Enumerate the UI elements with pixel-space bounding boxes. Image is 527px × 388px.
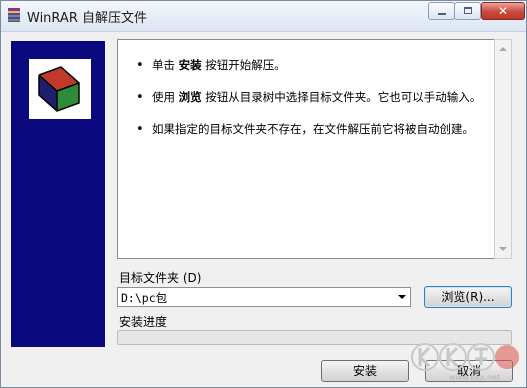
- minimize-button[interactable]: [428, 2, 455, 20]
- instructions-list: 单击 安装 按钮开始解压。 使用 浏览 按钮从目录树中选择目标文件夹。它也可以手…: [136, 58, 492, 154]
- destination-folder-value[interactable]: D:\pc包: [121, 290, 167, 306]
- instruction-item: 如果指定的目标文件夹不存在，在文件解压前它将被自动创建。: [136, 122, 492, 137]
- scroll-down-arrow-icon[interactable]: [499, 247, 507, 251]
- window-title: WinRAR 自解压文件: [27, 11, 147, 26]
- instructions-panel: 单击 安装 按钮开始解压。 使用 浏览 按钮从目录树中选择目标文件夹。它也可以手…: [117, 39, 512, 259]
- close-icon: ✕: [497, 4, 509, 18]
- scroll-up-arrow-icon[interactable]: [499, 47, 507, 51]
- install-progress-label: 安装进度: [119, 315, 168, 329]
- watermark-site: www.kkx.net: [449, 373, 501, 382]
- maximize-button[interactable]: [454, 2, 481, 20]
- minimize-icon: [438, 13, 446, 15]
- winrar-sfx-window: WinRAR 自解压文件 ✕ 单击 安装 按钮开始解压。 使用: [0, 0, 527, 388]
- destination-folder-combobox[interactable]: D:\pc包: [117, 287, 411, 307]
- instructions-scrollbar[interactable]: [494, 39, 512, 259]
- close-button[interactable]: ✕: [481, 2, 525, 20]
- kkx-watermark-logo: www.kkx.net: [411, 339, 521, 387]
- title-bar[interactable]: WinRAR 自解压文件 ✕: [1, 1, 526, 32]
- winrar-logo-icon: [29, 59, 91, 119]
- browse-button[interactable]: 浏览(R)...: [424, 286, 512, 308]
- maximize-icon: [464, 7, 472, 14]
- instruction-item: 单击 安装 按钮开始解压。: [136, 58, 492, 73]
- chevron-down-icon[interactable]: [398, 295, 406, 299]
- winrar-app-icon: [6, 7, 22, 23]
- instruction-item: 使用 浏览 按钮从目录树中选择目标文件夹。它也可以手动输入。: [136, 90, 492, 105]
- side-banner: [11, 41, 105, 347]
- destination-folder-label: 目标文件夹 (D): [119, 271, 202, 285]
- install-button[interactable]: 安装: [321, 360, 409, 382]
